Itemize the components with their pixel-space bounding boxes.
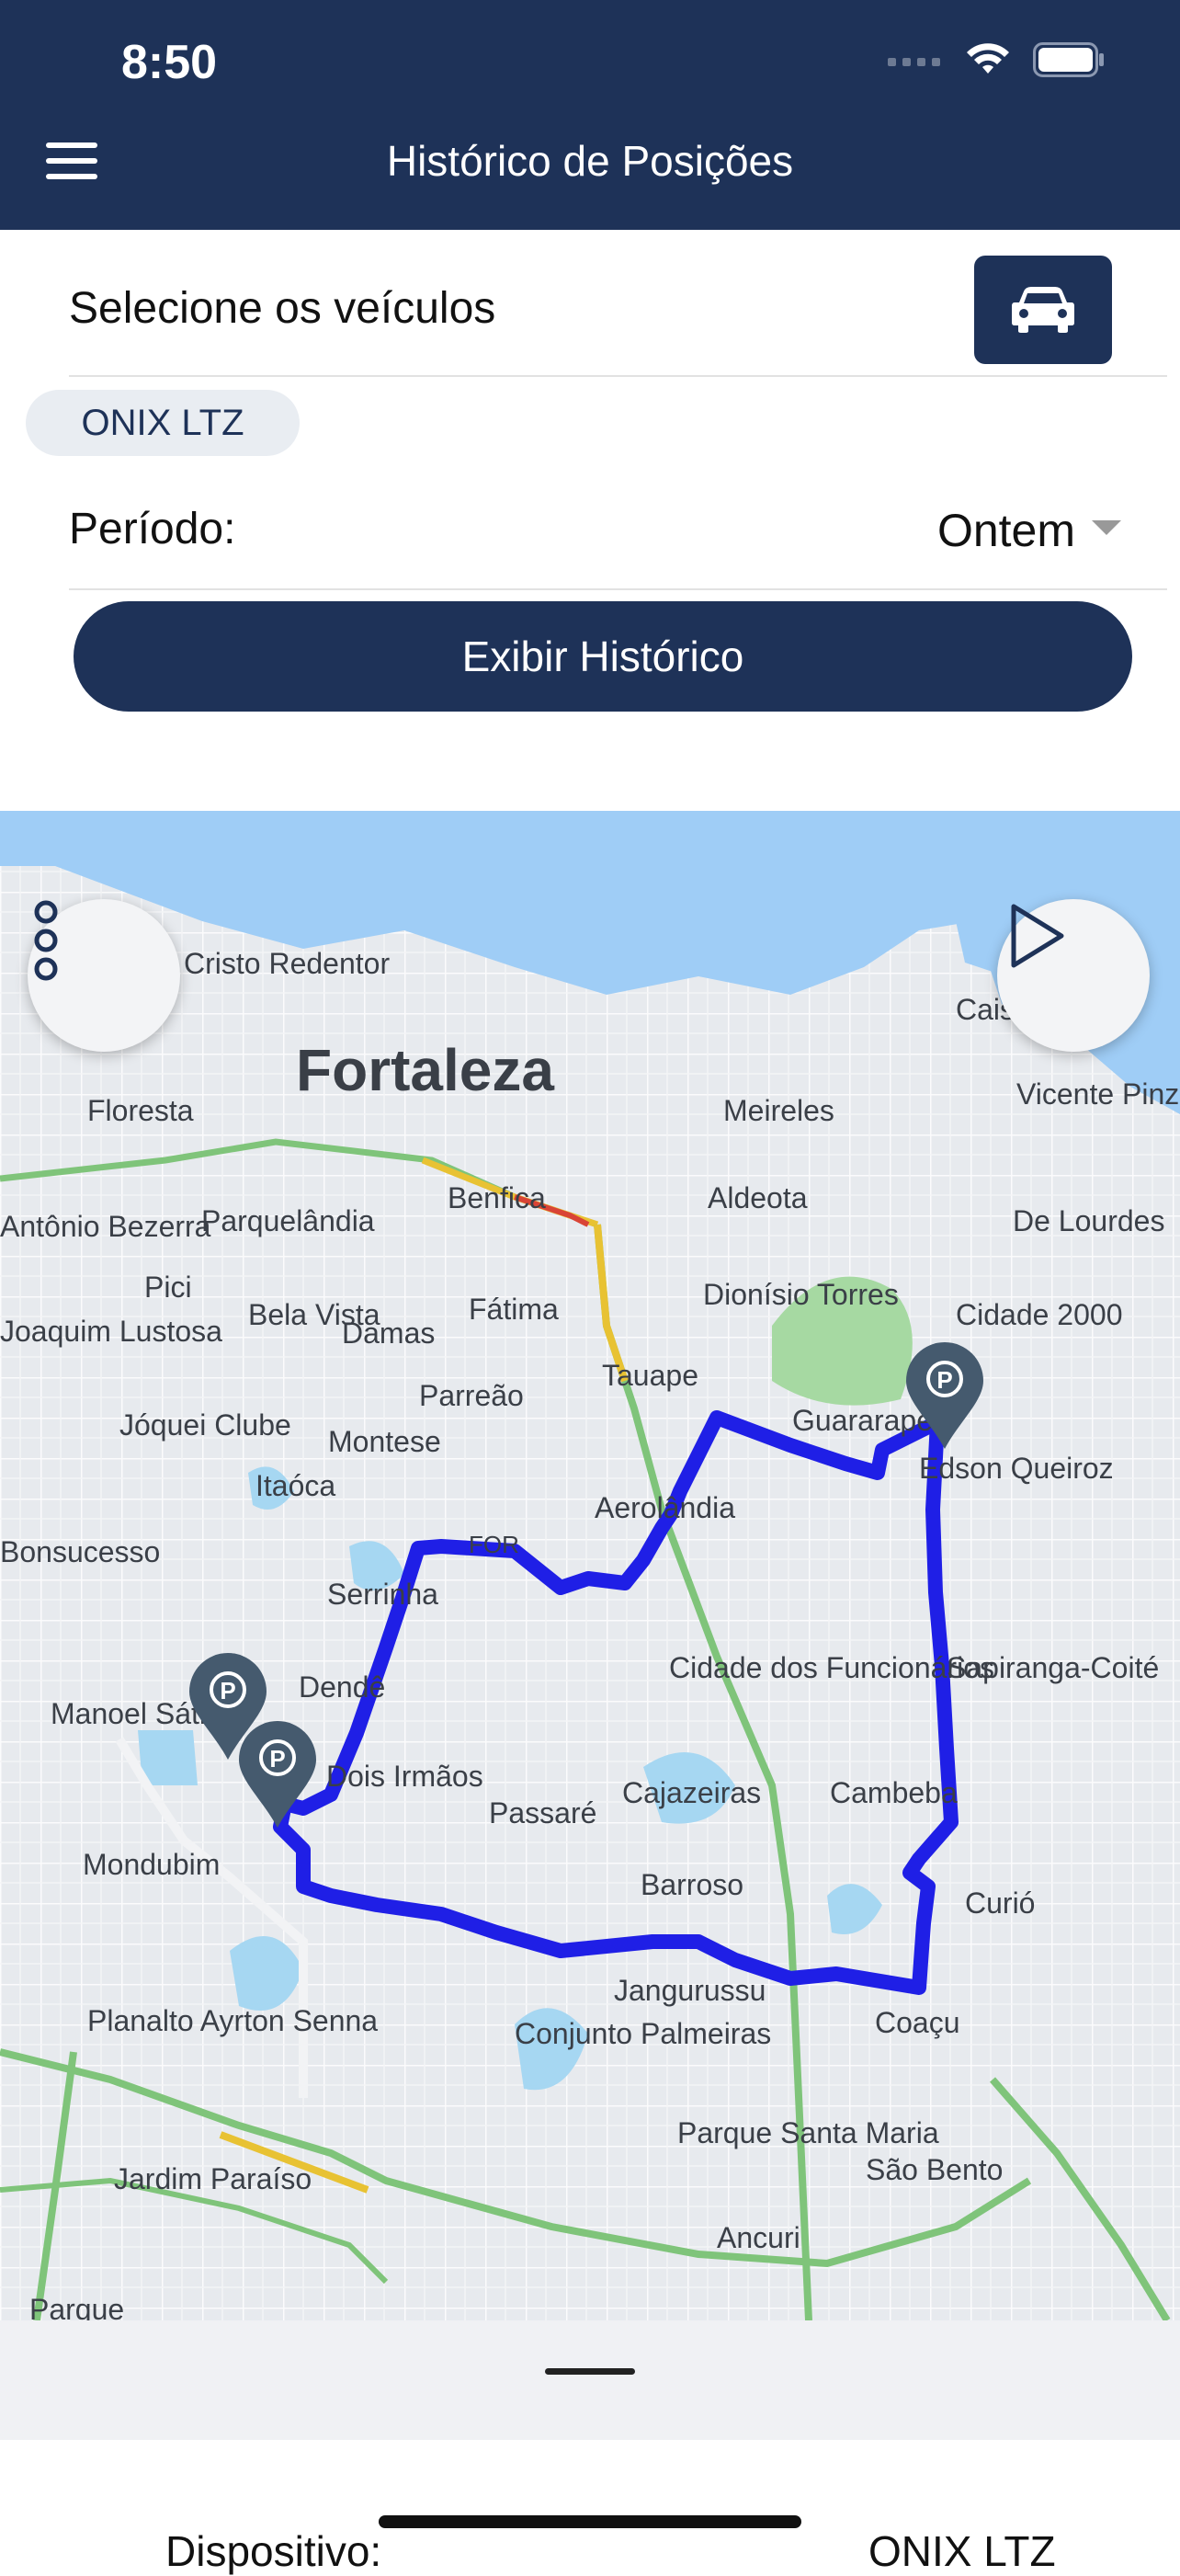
- map-label: Cambeba: [830, 1776, 958, 1809]
- vehicle-selector-label: Selecione os veículos: [69, 284, 496, 333]
- map-view[interactable]: Fortaleza Cristo Redentor Floresta Meire…: [0, 811, 1180, 2320]
- map-label: Fátima: [469, 1293, 559, 1326]
- map-label: Bonsucesso: [0, 1535, 161, 1568]
- map-label: Jóquei Clube: [119, 1408, 291, 1442]
- map-label: FOR: [469, 1531, 519, 1558]
- dropdown-caret-icon: [1092, 520, 1121, 535]
- map-label: Coaçu: [875, 2006, 960, 2039]
- map-label: Pici: [144, 1271, 192, 1304]
- map-label: Dois Irmãos: [326, 1760, 483, 1793]
- map-label: Serrinha: [327, 1578, 438, 1611]
- period-label: Período:: [69, 505, 236, 553]
- play-icon: [1011, 904, 1064, 968]
- vehicle-selector-row[interactable]: Selecione os veículos: [69, 256, 1167, 377]
- map-options-button[interactable]: [28, 899, 180, 1052]
- map-label: Cristo Redentor: [184, 947, 391, 980]
- map-label: Cajazeiras: [622, 1776, 762, 1809]
- map-label: Vicente Pinzon: [1016, 1077, 1180, 1111]
- map-label: Sapiranga-Coité: [947, 1651, 1160, 1684]
- map-label: Ancuri: [717, 2221, 800, 2254]
- map-label: Aldeota: [708, 1181, 808, 1214]
- map-label: Parque: [29, 2293, 125, 2320]
- svg-text:P: P: [936, 1366, 952, 1394]
- selected-vehicle-chip[interactable]: ONIX LTZ: [26, 390, 300, 456]
- map-label: Meireles: [723, 1094, 834, 1127]
- map-label: Montese: [328, 1425, 441, 1458]
- period-value: Ontem: [936, 505, 1075, 556]
- map-label: Mondubim: [83, 1848, 221, 1881]
- map-label: Conjunto Palmeiras: [515, 2017, 772, 2050]
- map-label: São Bento: [866, 2153, 1004, 2186]
- map-label: Antônio Bezerra: [0, 1210, 211, 1243]
- status-icons: [888, 42, 1106, 77]
- map-canvas: [0, 811, 1180, 2320]
- svg-text:P: P: [269, 1745, 285, 1772]
- parking-marker-icon[interactable]: P: [235, 1719, 320, 1829]
- map-label: Cidade 2000: [956, 1298, 1123, 1331]
- bottom-sheet[interactable]: [0, 2320, 1180, 2440]
- map-label: Jangurussu: [614, 1974, 766, 2007]
- car-icon: [1012, 287, 1074, 333]
- map-label: Curió: [965, 1886, 1036, 1920]
- home-indicator[interactable]: [379, 2515, 801, 2528]
- wifi-icon: [967, 43, 1009, 74]
- show-history-button[interactable]: Exibir Histórico: [74, 601, 1132, 712]
- map-label: Parquelândia: [201, 1204, 375, 1237]
- map-label: Cidade dos Funcionários: [669, 1651, 994, 1684]
- map-label: Joaquim Lustosa: [0, 1315, 222, 1348]
- period-selector[interactable]: Período: Ontem: [69, 487, 1167, 590]
- svg-text:P: P: [220, 1677, 235, 1704]
- map-label: Edson Queiroz: [919, 1452, 1114, 1485]
- cellular-signal-icon: [888, 58, 940, 66]
- map-label: Dendê: [299, 1670, 386, 1704]
- app-header: 8:50 Histórico de Posições: [0, 0, 1180, 230]
- battery-icon: [1033, 42, 1104, 77]
- map-label: Planalto Ayrton Senna: [87, 2004, 379, 2037]
- map-label: Parreão: [419, 1379, 524, 1412]
- more-vertical-icon: [34, 900, 58, 981]
- map-label: Parque Santa Maria: [677, 2116, 939, 2149]
- status-time: 8:50: [121, 36, 218, 89]
- map-label: De Lourdes: [1013, 1204, 1165, 1237]
- device-label: Dispositivo:: [165, 2527, 382, 2575]
- parking-marker-icon[interactable]: P: [902, 1340, 987, 1451]
- map-label: Itaóca: [255, 1469, 336, 1502]
- map-label: Damas: [342, 1316, 436, 1350]
- device-value: ONIX LTZ: [868, 2527, 1056, 2575]
- select-vehicle-button[interactable]: [974, 256, 1112, 364]
- play-route-button[interactable]: [997, 899, 1150, 1052]
- map-label: Barroso: [641, 1868, 744, 1901]
- map-label: Jardim Paraíso: [114, 2162, 312, 2195]
- sheet-drag-handle[interactable]: [545, 2368, 635, 2375]
- map-label: Dionísio Torres: [703, 1278, 899, 1311]
- map-label: Tauape: [602, 1359, 698, 1392]
- map-label: Benfica: [448, 1181, 546, 1214]
- map-city-label: Fortaleza: [296, 1037, 554, 1103]
- page-title: Histórico de Posições: [386, 137, 794, 185]
- map-label: Floresta: [87, 1094, 194, 1127]
- map-label: Aerolândia: [595, 1491, 735, 1524]
- map-label: Passaré: [489, 1796, 597, 1829]
